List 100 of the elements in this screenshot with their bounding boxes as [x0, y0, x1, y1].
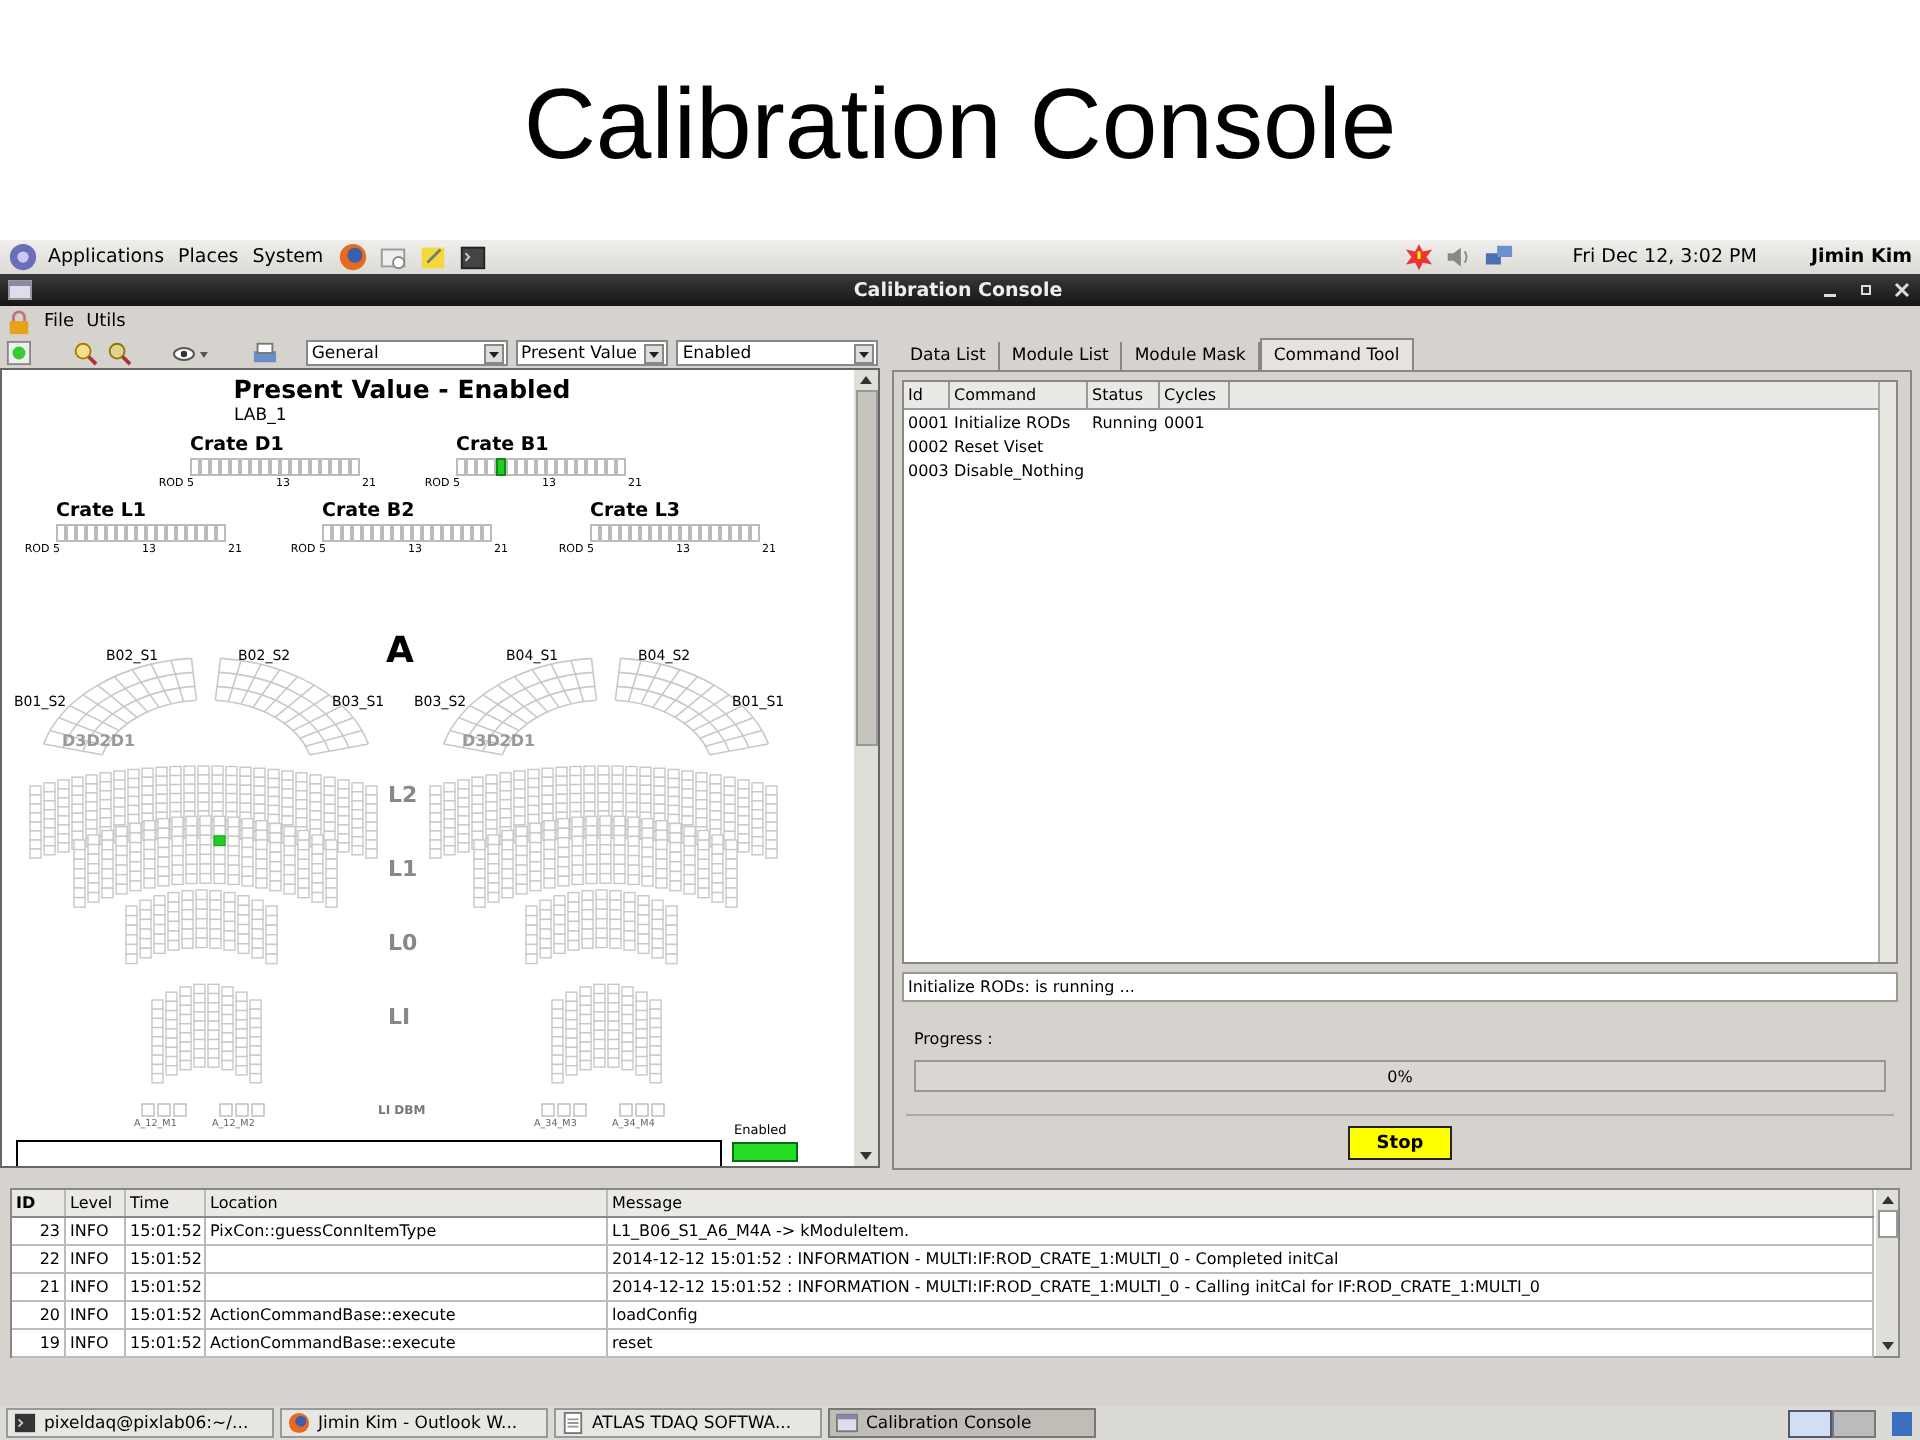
taskbar-item[interactable]: Jimin Kim - Outlook W...	[280, 1408, 548, 1438]
table-cell-text: 0003	[906, 461, 950, 479]
dropdown[interactable]: Enabled	[676, 340, 879, 366]
dbm-module-drawing	[619, 1103, 665, 1117]
table-cell: 22	[12, 1246, 66, 1272]
scrollbar-thumb[interactable]	[1877, 1210, 1897, 1238]
dropdown[interactable]: General	[305, 340, 508, 366]
slide-title: Calibration Console	[521, 66, 1399, 184]
layer-label: LI	[388, 1004, 411, 1030]
progress-reading: 0%	[1387, 1067, 1413, 1085]
column-header[interactable]: Message	[608, 1190, 1874, 1216]
panel-menu[interactable]: Applications	[48, 246, 165, 268]
clock[interactable]: Fri Dec 12, 3:02 PM	[1572, 246, 1757, 268]
stop-button[interactable]: Stop	[1348, 1126, 1452, 1160]
crate-label: Crate L3	[590, 500, 683, 522]
legend-swatch	[732, 1142, 798, 1162]
close-icon[interactable]	[1892, 280, 1912, 300]
side-label: A	[386, 630, 414, 672]
scrollbar-thumb[interactable]	[855, 390, 878, 746]
zoom-in-icon[interactable]	[71, 340, 98, 366]
menu-item[interactable]: Utils	[86, 312, 126, 332]
layer-label: L0	[388, 930, 418, 956]
table-cell: PixCon::guessConnItemType	[206, 1218, 608, 1244]
trash-icon[interactable]	[1890, 1409, 1914, 1437]
crate-label: Crate D1	[190, 434, 286, 456]
terminal-icon[interactable]	[457, 242, 488, 272]
progress-label: Progress :	[914, 1030, 995, 1048]
dbm-module-drawing	[141, 1103, 187, 1117]
status-field: Initialize RODs: is running ...	[902, 972, 1898, 1002]
table-cell: 2014-12-12 15:01:52 : INFORMATION - MULTI:IF:ROD_CRATE_1:MULTI_0 - Calling initCal for IF:ROD_CRATE_1:MULTI_0	[608, 1274, 1874, 1300]
dropdown[interactable]: Present Value	[515, 340, 669, 366]
user-name[interactable]: Jimin Kim	[1810, 246, 1912, 268]
column-header[interactable]: Id	[904, 382, 950, 408]
taskbar-item[interactable]: pixeldaq@pixlab06:~/...	[6, 1408, 274, 1438]
column-header[interactable]: Location	[206, 1190, 608, 1216]
lock-icon	[6, 309, 32, 335]
caret-icon[interactable]	[644, 343, 665, 363]
scroll-down-icon[interactable]	[858, 1148, 875, 1164]
scroll-down-icon[interactable]	[1879, 1338, 1895, 1354]
barrel-layer-drawing	[151, 983, 262, 1084]
table-cell: ActionCommandBase::execute	[206, 1330, 608, 1356]
document-icon	[562, 1412, 584, 1434]
column-header[interactable]: Time	[126, 1190, 206, 1216]
refresh-icon[interactable]	[6, 340, 32, 366]
disk-label: D3D2D1	[62, 732, 136, 750]
crate-label: Crate B2	[322, 500, 417, 522]
table-cell-text: Reset Viset	[952, 437, 1046, 455]
maximize-icon[interactable]	[1856, 280, 1876, 300]
workspace-switcher-icon[interactable]	[1788, 1409, 1876, 1437]
dbm-module-drawing	[541, 1103, 587, 1117]
caret-icon[interactable]	[854, 343, 875, 363]
table-cell: 23	[12, 1218, 66, 1244]
table-cell: L1_B06_S1_A6_M4A -> kModuleItem.	[608, 1218, 1874, 1244]
tab[interactable]: Command Tool	[1259, 338, 1414, 370]
layer-label: L2	[388, 782, 418, 808]
table-cell: reset	[608, 1330, 1874, 1356]
notepad-icon[interactable]	[417, 242, 448, 272]
table-cell-text: 0002	[906, 437, 950, 455]
zoom-out-icon[interactable]	[105, 340, 132, 366]
panel-menu[interactable]: System	[252, 246, 324, 268]
print-icon[interactable]	[251, 340, 278, 366]
map-subtitle: LAB_1	[234, 406, 287, 426]
table-cell: INFO	[66, 1218, 126, 1244]
table-cell: 15:01:52	[126, 1274, 206, 1300]
table-cell: 15:01:52	[126, 1330, 206, 1356]
panel-menu[interactable]: Places	[178, 246, 239, 268]
table-cell-text: 0001	[1162, 413, 1207, 431]
taskbar-item[interactable]: ATLAS TDAQ SOFTWA...	[554, 1408, 822, 1438]
map-title: Present Value - Enabled	[231, 374, 573, 404]
column-header[interactable]: Level	[66, 1190, 126, 1216]
table-cell: 15:01:52	[126, 1246, 206, 1272]
table-cell: 20	[12, 1302, 66, 1328]
caret-icon[interactable]	[483, 343, 504, 363]
alert-icon[interactable]	[1404, 242, 1435, 272]
eye-dropdown-icon[interactable]	[171, 343, 212, 363]
menu-item[interactable]: File	[44, 312, 75, 332]
window-icon[interactable]	[8, 280, 32, 300]
browser-icon[interactable]	[337, 242, 368, 272]
table-cell: INFO	[66, 1302, 126, 1328]
table-cell: ActionCommandBase::execute	[206, 1302, 608, 1328]
barrel-layer-drawing	[551, 983, 662, 1084]
column-header[interactable]: Status	[1088, 382, 1160, 408]
taskbar-item[interactable]: Calibration Console	[828, 1408, 1096, 1438]
table-cell: 15:01:52	[126, 1302, 206, 1328]
table-cell: 19	[12, 1330, 66, 1356]
column-header[interactable]: Command	[950, 382, 1088, 408]
table-cell: 21	[12, 1274, 66, 1300]
terminal-icon	[14, 1412, 36, 1434]
disk-label: D3D2D1	[462, 732, 536, 750]
table-cell-text: Disable_Nothing	[952, 461, 1087, 479]
column-header[interactable]: ID	[12, 1190, 66, 1216]
table-cell: INFO	[66, 1246, 126, 1272]
column-header[interactable]: Cycles	[1160, 382, 1230, 408]
browser-icon	[288, 1412, 310, 1434]
layer-label: L1	[388, 856, 418, 882]
table-cell: 15:01:52	[126, 1218, 206, 1244]
table-cell: 2014-12-12 15:01:52 : INFORMATION - MULTI:IF:ROD_CRATE_1:MULTI_0 - Completed initCal	[608, 1246, 1874, 1272]
apps-logo-icon[interactable]	[8, 242, 38, 272]
table-cell-text: Running	[1090, 413, 1160, 431]
dbm-module-drawing	[219, 1103, 265, 1117]
